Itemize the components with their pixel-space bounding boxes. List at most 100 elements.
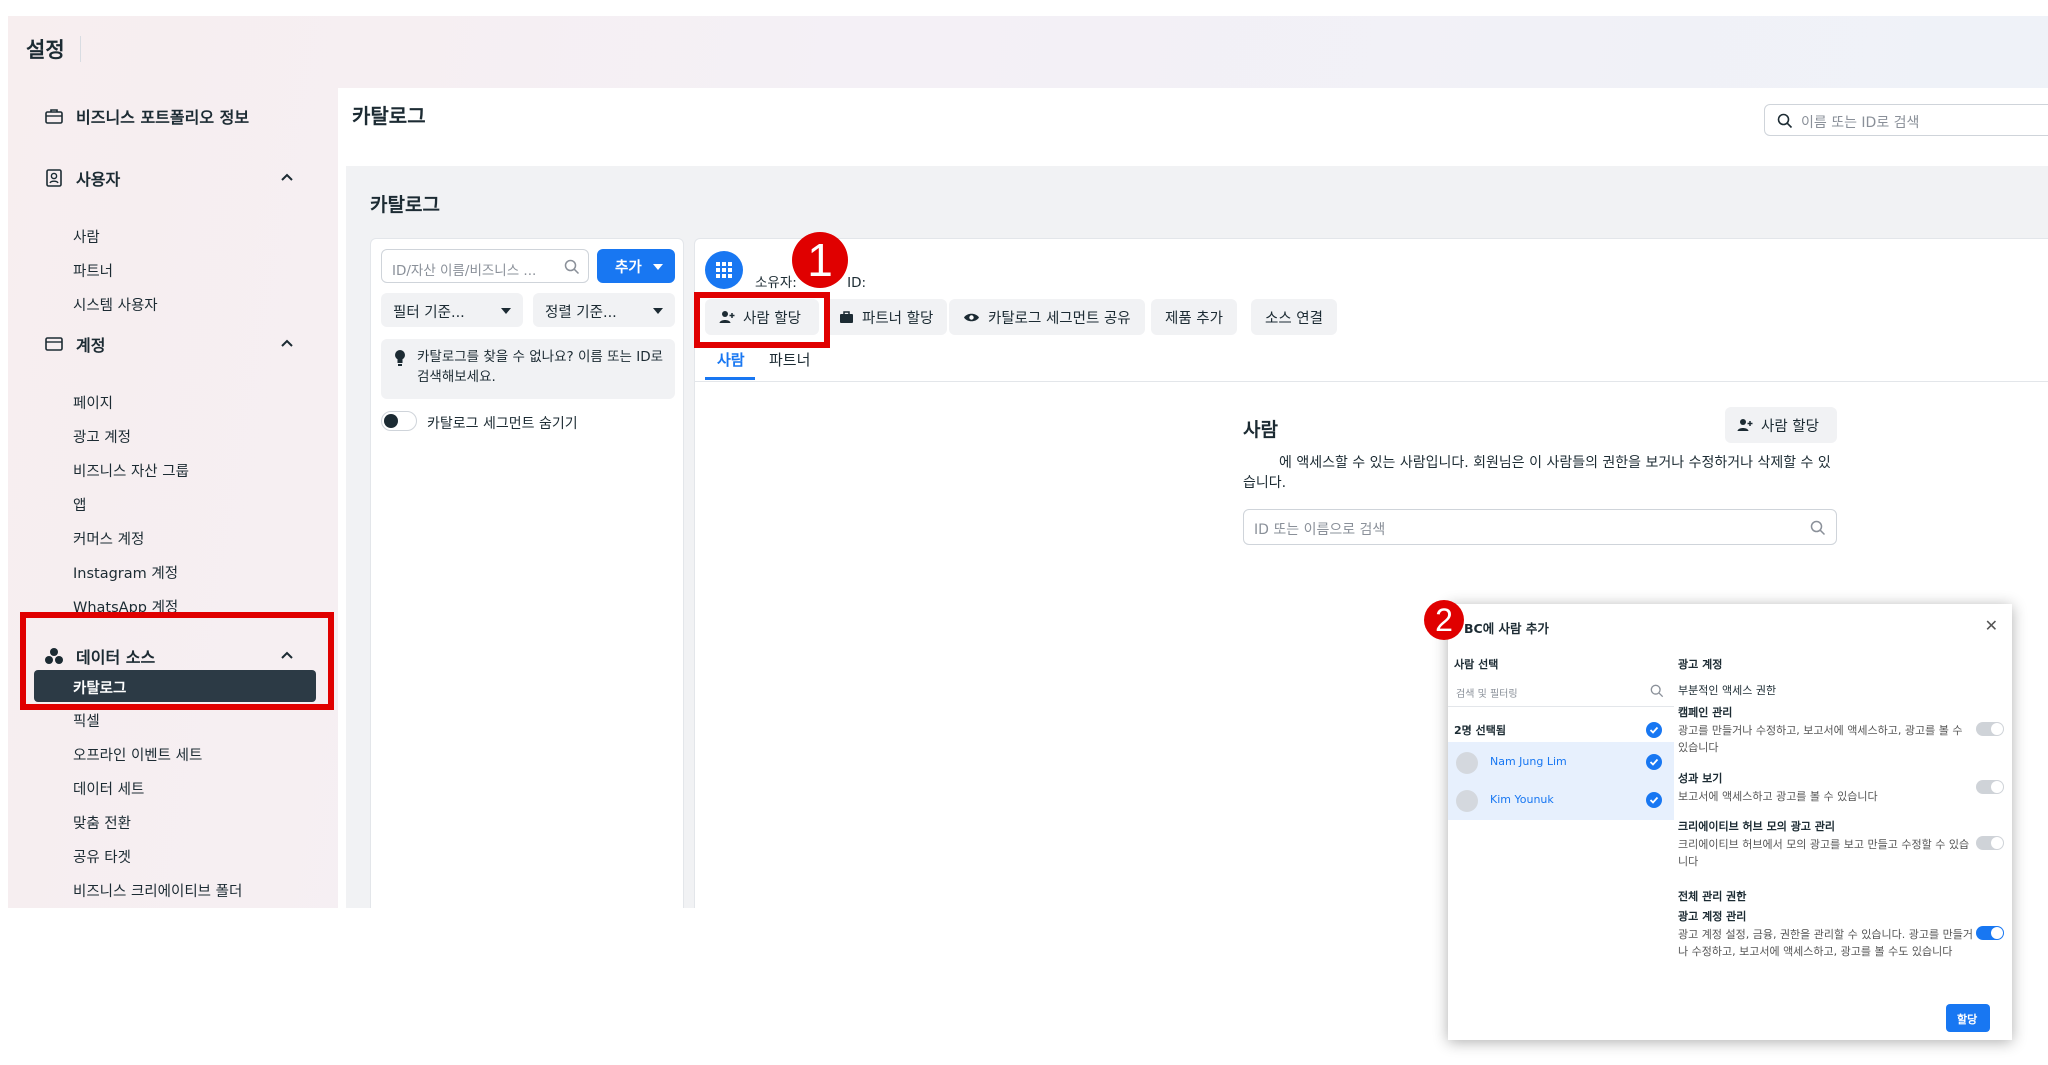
- sidebar-item-pixels[interactable]: 픽셀: [73, 710, 100, 731]
- detail-header: 소유자: ID: 사람 할당 파트너 할당 카탈로그 세그먼트 공유 제품 추가…: [695, 239, 2048, 382]
- check-all-icon[interactable]: [1646, 722, 1662, 738]
- perm-title: 광고 계정 관리: [1678, 910, 1747, 923]
- catalog-list-panel: ID/자산 이름/비즈니스 ... 추가 필터 기준... 정렬 기준... 카…: [370, 238, 684, 908]
- partial-access-label: 부분적인 액세스 권한: [1678, 684, 1777, 697]
- check-icon[interactable]: [1646, 754, 1662, 770]
- caret-down-icon: [653, 264, 663, 270]
- perm-toggle[interactable]: [1976, 722, 2004, 736]
- section-title: 카탈로그: [370, 194, 440, 216]
- avatar: [1456, 752, 1478, 774]
- search-icon: [564, 259, 580, 275]
- search-placeholder: 검색 및 필터링: [1456, 689, 1518, 700]
- briefcase-icon: [45, 109, 63, 124]
- owner-label: 소유자:: [755, 275, 797, 291]
- sort-dropdown[interactable]: 정렬 기준...: [533, 293, 675, 327]
- button-label: 카탈로그 세그먼트 공유: [988, 310, 1131, 327]
- sidebar-item-instagram[interactable]: Instagram 계정: [73, 562, 178, 583]
- step-badge-2: 2: [1424, 600, 1464, 640]
- search-input[interactable]: 이름 또는 ID로 검색: [1764, 104, 2048, 136]
- add-button-label: 추가: [615, 260, 642, 276]
- sidebar-item-custom-conversions[interactable]: 맞춤 전환: [73, 812, 131, 833]
- sidebar-item-commerce[interactable]: 커머스 계정: [73, 528, 144, 549]
- chevron-up-icon[interactable]: [280, 336, 294, 350]
- perm-title: 성과 보기: [1678, 772, 1723, 785]
- asset-search-input[interactable]: ID/자산 이름/비즈니스 ...: [381, 249, 589, 283]
- sidebar-item-portfolio[interactable]: 비즈니스 포트폴리오 정보: [44, 104, 249, 128]
- connect-source-button[interactable]: 소스 연결: [1251, 299, 1337, 335]
- filter-label: 필터 기준...: [393, 305, 465, 321]
- search-icon: [1777, 113, 1793, 129]
- sidebar-item-pages[interactable]: 페이지: [73, 392, 113, 413]
- search-icon: [1650, 684, 1664, 698]
- assign-people-button-secondary[interactable]: 사람 할당: [1725, 407, 1837, 443]
- perm-toggle[interactable]: [1976, 780, 2004, 794]
- sidebar-item-system-users[interactable]: 시스템 사용자: [73, 294, 158, 315]
- chevron-up-icon[interactable]: [280, 170, 294, 184]
- toggle-knob: [1991, 723, 2003, 735]
- sidebar-item-partners[interactable]: 파트너: [73, 260, 113, 281]
- sidebar-item-datasets[interactable]: 데이터 세트: [73, 778, 144, 799]
- user-name: Kim Younuk: [1490, 793, 1554, 806]
- sidebar-item-creative-folders[interactable]: 비즈니스 크리에이티브 폴더: [73, 880, 242, 901]
- user-name: Nam Jung Lim: [1490, 755, 1567, 768]
- people-section-title: 사람: [1243, 419, 1278, 441]
- assign-partners-button[interactable]: 파트너 할당: [825, 299, 948, 335]
- assign-button[interactable]: 할당: [1946, 1004, 1990, 1032]
- description-text: 에 액세스할 수 있는 사람입니다. 회원님은 이 사람들의 권한을 보거나 수…: [1243, 455, 1831, 491]
- caret-down-icon: [501, 308, 511, 314]
- filter-dropdown[interactable]: 필터 기준...: [381, 293, 523, 327]
- button-label: 사람 할당: [1761, 418, 1819, 435]
- button-label: 파트너 할당: [862, 310, 934, 327]
- user-row[interactable]: Nam Jung Lim: [1448, 744, 1674, 780]
- sort-label: 정렬 기준...: [545, 305, 617, 321]
- close-icon[interactable]: ✕: [1985, 616, 1998, 635]
- toggle-knob: [1991, 781, 2003, 793]
- select-people-label: 사람 선택: [1454, 658, 1499, 671]
- sidebar-label: 사용자: [76, 170, 121, 189]
- button-label: 제품 추가: [1165, 310, 1223, 327]
- page-title: 카탈로그: [352, 104, 426, 128]
- sidebar-label: 비즈니스 포트폴리오 정보: [76, 108, 250, 127]
- catalog-grid-icon: [705, 251, 743, 289]
- folder-icon: [45, 337, 63, 351]
- user-row[interactable]: Kim Younuk: [1448, 782, 1674, 818]
- button-label: 소스 연결: [1265, 310, 1323, 327]
- app-title: 설정: [26, 38, 65, 62]
- tab-partners[interactable]: 파트너: [769, 349, 810, 370]
- lightbulb-icon: [395, 350, 405, 366]
- selected-users-list: Nam Jung Lim Kim Younuk: [1448, 742, 1674, 820]
- hide-segments-toggle[interactable]: [381, 411, 417, 431]
- search-icon: [1810, 520, 1826, 536]
- sidebar-section-users[interactable]: 사용자: [44, 166, 120, 190]
- highlight-box: [20, 612, 334, 710]
- perm-toggle[interactable]: [1976, 836, 2004, 850]
- dialog-search-input[interactable]: 검색 및 필터링: [1448, 676, 1674, 707]
- sidebar-item-ad-accounts[interactable]: 광고 계정: [73, 426, 131, 447]
- sidebar-item-offline-events[interactable]: 오프라인 이벤트 세트: [73, 744, 202, 765]
- selected-count: 2명 선택됨: [1454, 724, 1506, 737]
- tab-people[interactable]: 사람: [717, 349, 745, 370]
- search-placeholder: ID/자산 이름/비즈니스 ...: [392, 263, 537, 279]
- user-badge-icon: [46, 169, 62, 187]
- people-description: 에 액세스할 수 있는 사람입니다. 회원님은 이 사람들의 권한을 보거나 수…: [1243, 453, 1843, 493]
- perm-title: 크리에이티브 허브 모의 광고 관리: [1678, 820, 1835, 833]
- dialog-title: BC에 사람 추가: [1464, 621, 1549, 636]
- eye-share-icon: [964, 313, 979, 321]
- tip-text: 카탈로그를 찾을 수 없나요? 이름 또는 ID로 검색해보세요.: [417, 349, 664, 385]
- check-icon[interactable]: [1646, 792, 1662, 808]
- share-segments-button[interactable]: 카탈로그 세그먼트 공유: [949, 299, 1145, 335]
- perm-desc: 광고를 만들거나 수정하고, 보고서에 액세스하고, 광고를 볼 수 있습니다: [1678, 724, 1963, 754]
- add-products-button[interactable]: 제품 추가: [1151, 299, 1237, 335]
- title-divider: [80, 36, 81, 62]
- perm-toggle[interactable]: [1976, 926, 2004, 940]
- sidebar-item-people[interactable]: 사람: [73, 226, 100, 247]
- search-placeholder: 이름 또는 ID로 검색: [1801, 115, 1920, 131]
- sidebar-section-accounts[interactable]: 계정: [44, 332, 105, 356]
- sidebar-item-apps[interactable]: 앱: [73, 494, 86, 515]
- sidebar-item-asset-groups[interactable]: 비즈니스 자산 그룹: [73, 460, 189, 481]
- add-button[interactable]: 추가: [597, 249, 675, 283]
- people-search-input[interactable]: ID 또는 이름으로 검색: [1243, 509, 1837, 545]
- step-badge-1: 1: [792, 232, 848, 288]
- full-access-label: 전체 관리 권한: [1678, 890, 1747, 903]
- sidebar-item-shared-audiences[interactable]: 공유 타겟: [73, 846, 131, 867]
